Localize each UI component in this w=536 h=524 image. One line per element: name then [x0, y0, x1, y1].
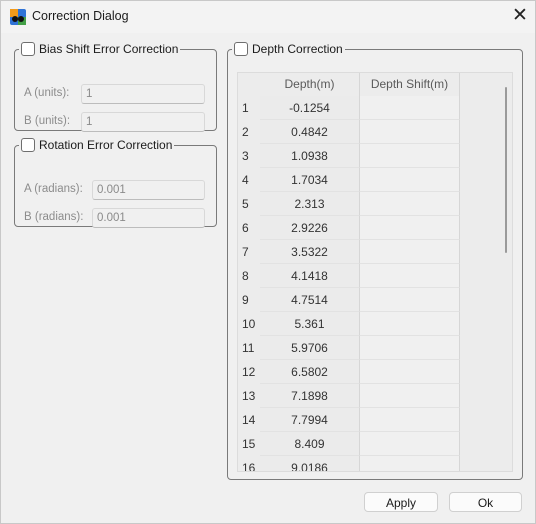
- vertical-scrollbar[interactable]: [505, 87, 507, 253]
- rotation-label: Rotation Error Correction: [39, 138, 173, 152]
- depth-shift-cell[interactable]: [360, 216, 460, 240]
- window-title: Correction Dialog: [32, 9, 129, 23]
- row-header[interactable]: 6: [238, 216, 260, 240]
- depth-shift-cell[interactable]: [360, 408, 460, 432]
- rotation-b-label: B (radians):: [24, 211, 84, 223]
- bias-shift-group: Bias Shift Error Correction A (units): B…: [14, 42, 217, 132]
- row-header[interactable]: 2: [238, 120, 260, 144]
- column-header-depth-shift[interactable]: Depth Shift(m): [360, 73, 460, 96]
- correction-dialog-window: Correction Dialog ✕ Bias Shift Error Cor…: [0, 0, 536, 524]
- bias-b-input[interactable]: [81, 112, 205, 132]
- column-header-depth[interactable]: Depth(m): [260, 73, 360, 96]
- depth-shift-cell[interactable]: [360, 288, 460, 312]
- row-header[interactable]: 3: [238, 144, 260, 168]
- depth-correction-checkbox[interactable]: [234, 42, 248, 56]
- depth-shift-cell[interactable]: [360, 240, 460, 264]
- apply-button[interactable]: Apply: [364, 492, 438, 512]
- bias-shift-label: Bias Shift Error Correction: [39, 42, 179, 56]
- app-icon: [10, 9, 26, 25]
- depth-shift-cell[interactable]: [360, 384, 460, 408]
- depth-cell[interactable]: 5.361: [260, 312, 360, 336]
- bias-shift-checkbox[interactable]: [21, 42, 35, 56]
- depth-cell[interactable]: 7.1898: [260, 384, 360, 408]
- bias-shift-legend: Bias Shift Error Correction: [19, 42, 180, 56]
- table-header: Depth(m) Depth Shift(m): [260, 73, 460, 96]
- row-header[interactable]: 11: [238, 336, 260, 360]
- depth-shift-cell[interactable]: [360, 96, 460, 120]
- depth-shift-cell[interactable]: [360, 168, 460, 192]
- depth-cell[interactable]: 8.409: [260, 432, 360, 456]
- bias-b-label: B (units):: [24, 115, 71, 127]
- depth-cell[interactable]: -0.1254: [260, 96, 360, 120]
- depth-cell[interactable]: 4.7514: [260, 288, 360, 312]
- depth-shift-cell[interactable]: [360, 312, 460, 336]
- row-header[interactable]: 5: [238, 192, 260, 216]
- depth-shift-cell[interactable]: [360, 120, 460, 144]
- row-header[interactable]: 16: [238, 456, 260, 471]
- row-header[interactable]: 1: [238, 96, 260, 120]
- depth-shift-cell[interactable]: [360, 264, 460, 288]
- depth-shift-cell[interactable]: [360, 336, 460, 360]
- depth-cell[interactable]: 3.5322: [260, 240, 360, 264]
- depth-cell[interactable]: 7.7994: [260, 408, 360, 432]
- row-header[interactable]: 10: [238, 312, 260, 336]
- depth-cell[interactable]: 6.5802: [260, 360, 360, 384]
- row-header[interactable]: 7: [238, 240, 260, 264]
- depth-cell[interactable]: 2.313: [260, 192, 360, 216]
- close-icon[interactable]: ✕: [512, 6, 528, 25]
- row-header[interactable]: 15: [238, 432, 260, 456]
- row-header[interactable]: 14: [238, 408, 260, 432]
- depth-cell[interactable]: 0.4842: [260, 120, 360, 144]
- depth-correction-legend: Depth Correction: [232, 42, 345, 56]
- depth-shift-cell[interactable]: [360, 456, 460, 471]
- depth-cell[interactable]: 1.7034: [260, 168, 360, 192]
- depth-shift-cell[interactable]: [360, 432, 460, 456]
- depth-table[interactable]: Depth(m) Depth Shift(m) 1 -0.1254 2 0.4842 3…: [237, 72, 513, 472]
- rotation-b-input[interactable]: [92, 208, 205, 228]
- rotation-group: Rotation Error Correction A (radians): B…: [14, 138, 217, 228]
- rotation-checkbox[interactable]: [21, 138, 35, 152]
- rotation-legend: Rotation Error Correction: [19, 138, 174, 152]
- depth-cell[interactable]: 4.1418: [260, 264, 360, 288]
- depth-cell[interactable]: 9.0186: [260, 456, 360, 471]
- rotation-a-label: A (radians):: [24, 183, 83, 195]
- depth-shift-cell[interactable]: [360, 192, 460, 216]
- row-header[interactable]: 13: [238, 384, 260, 408]
- bias-a-label: A (units):: [24, 87, 70, 99]
- ok-button[interactable]: Ok: [449, 492, 522, 512]
- title-bar[interactable]: Correction Dialog ✕: [1, 1, 535, 33]
- bias-a-input[interactable]: [81, 84, 205, 104]
- depth-cell[interactable]: 5.9706: [260, 336, 360, 360]
- row-header[interactable]: 9: [238, 288, 260, 312]
- depth-cell[interactable]: 2.9226: [260, 216, 360, 240]
- row-header[interactable]: 12: [238, 360, 260, 384]
- depth-correction-label: Depth Correction: [252, 42, 343, 56]
- row-header[interactable]: 4: [238, 168, 260, 192]
- depth-cell[interactable]: 1.0938: [260, 144, 360, 168]
- depth-shift-cell[interactable]: [360, 360, 460, 384]
- depth-shift-cell[interactable]: [360, 144, 460, 168]
- rotation-a-input[interactable]: [92, 180, 205, 200]
- row-header[interactable]: 8: [238, 264, 260, 288]
